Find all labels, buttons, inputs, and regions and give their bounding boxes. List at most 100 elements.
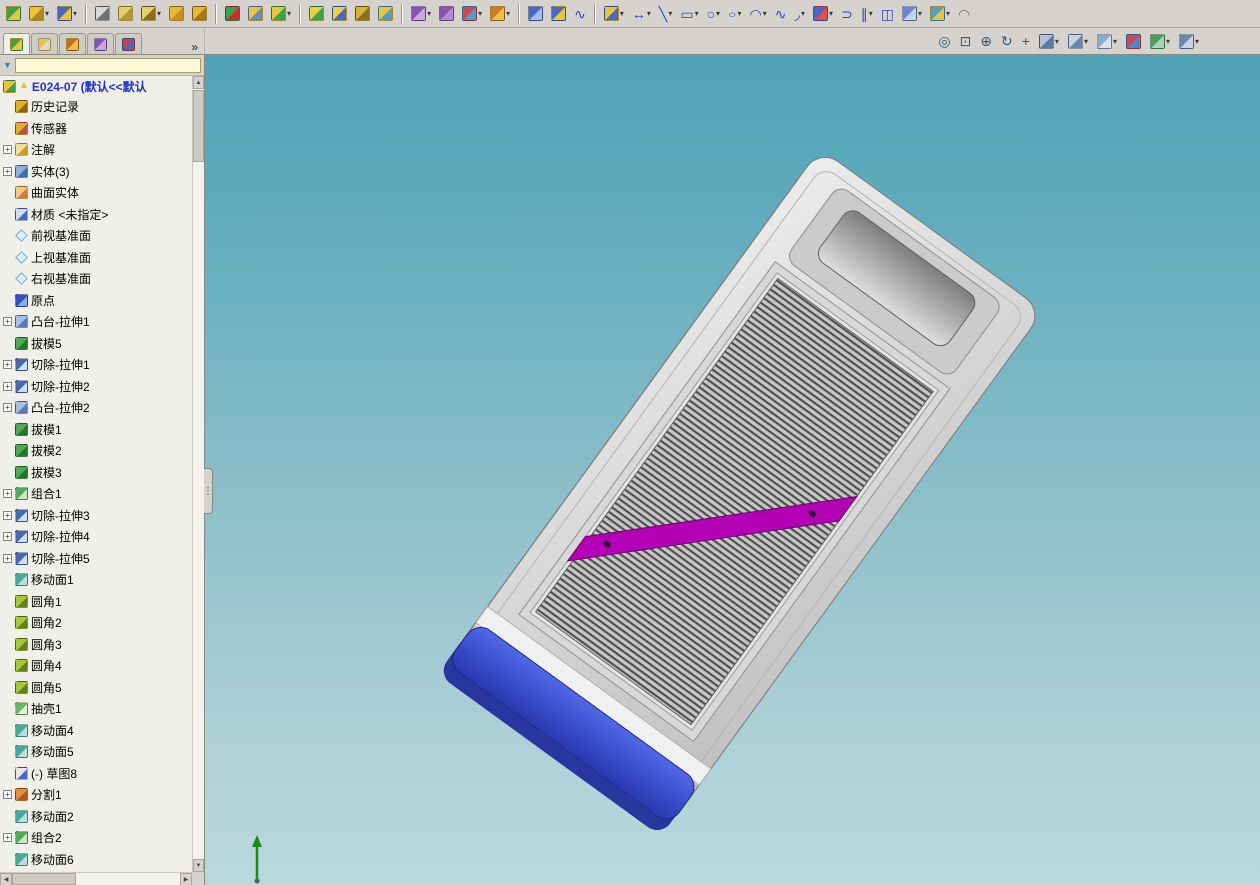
horizontal-scroll-thumb[interactable] [12,873,76,885]
edit-material-dropdown-arrow[interactable]: ▾ [506,9,510,18]
appearance-button[interactable]: ▾ [459,3,485,25]
linear-sketch-pattern-dropdown-arrow[interactable]: ▾ [918,9,922,18]
viewport-canvas[interactable] [205,55,1260,885]
tree-item-draft[interactable]: 拔模5 [0,333,192,355]
scroll-left-button[interactable]: ◀ [0,873,12,885]
tree-item-material[interactable]: 材质 <未指定> [0,204,192,226]
expand-toggle[interactable]: + [3,403,12,413]
redo-button[interactable] [189,3,210,25]
export-button[interactable] [329,3,350,25]
view-settings-button[interactable]: ▾ [1176,30,1202,52]
tree-item-fillet[interactable]: 圆角5 [0,677,192,699]
ellipse-dropdown-arrow[interactable]: ▾ [738,9,742,18]
trim-entities-dropdown-arrow[interactable]: ▾ [829,9,833,18]
linear-pattern-button[interactable]: ▾ [408,3,434,25]
expand-toggle[interactable]: + [3,166,12,176]
scroll-down-button[interactable]: ▼ [193,859,204,872]
line-button[interactable]: ╲ ▾ [656,3,675,25]
expand-toggle[interactable]: + [3,317,12,327]
panel-splitter-handle[interactable]: ⋮ [203,468,213,514]
zoom-to-area-button[interactable]: ⊡ [957,30,975,52]
part-title-row[interactable]: ▲ E024-07 (默认<<默认 [0,76,192,96]
scroll-right-button[interactable]: ▶ [180,873,192,885]
expand-toggle[interactable]: + [3,381,12,391]
tree-item-boss-extrude[interactable]: + 凸台-拉伸1 [0,311,192,333]
expand-toggle[interactable]: + [3,489,12,499]
offset-entities-dropdown-arrow[interactable]: ▾ [869,9,873,18]
tree-item-cut-extrude[interactable]: + 切除-拉伸4 [0,526,192,548]
tree-item-move-face[interactable]: 移动面4 [0,720,192,742]
apply-scene-button[interactable]: ▾ [1147,30,1173,52]
sketch-fillet-dropdown-arrow[interactable]: ▾ [801,9,805,18]
display-style-dropdown-arrow[interactable]: ▾ [1084,37,1088,46]
view-settings-dropdown-arrow[interactable]: ▾ [1195,37,1199,46]
spline-button[interactable]: ∿ [772,3,790,25]
expand-toggle[interactable]: + [3,532,12,542]
tree-item-fillet[interactable]: 圆角2 [0,612,192,634]
save-button[interactable]: ▾ [54,3,80,25]
curvature-check-button[interactable]: ∿ [571,3,589,25]
tree-item-cut-extrude[interactable]: + 切除-拉伸1 [0,354,192,376]
tree-item-move-face[interactable]: 移动面6 [0,849,192,871]
apply-scene-dropdown-arrow[interactable]: ▾ [1166,37,1170,46]
offset-entities-button[interactable]: ∥ ▾ [858,3,876,25]
sketch-button[interactable]: ▾ [601,3,627,25]
edit-appearance-button[interactable] [1123,30,1144,52]
sketch-dropdown-arrow[interactable]: ▾ [620,9,624,18]
tree-item-plane[interactable]: 前视基准面 [0,225,192,247]
tree-filter-input[interactable] [14,57,201,73]
tree-item-combine[interactable]: + 组合2 [0,827,192,849]
model-part[interactable] [446,149,1043,826]
configurationmanager-tab[interactable] [59,33,86,54]
display-style-button[interactable]: ▾ [1065,30,1091,52]
expand-toggle[interactable]: + [3,510,12,520]
zoom-in-out-button[interactable]: ⊕ [977,30,995,52]
tree-item-solid-bodies[interactable]: + 实体(3) [0,161,192,183]
tree-item-boss-extrude[interactable]: + 凸台-拉伸2 [0,397,192,419]
line-dropdown-arrow[interactable]: ▾ [668,9,672,18]
hide-show-items-button[interactable]: ▾ [1094,30,1120,52]
propertymanager-tab[interactable] [31,33,58,54]
corner-rectangle-dropdown-arrow[interactable]: ▾ [695,9,699,18]
display-relations-button[interactable]: ▾ [927,3,953,25]
publish-edrawings-button[interactable] [375,3,396,25]
tab-overflow-button[interactable]: » [187,40,202,54]
circle-dropdown-arrow[interactable]: ▾ [716,9,720,18]
open-document-dropdown-arrow[interactable]: ▾ [45,9,49,18]
import-button[interactable] [306,3,327,25]
hide-show-items-dropdown-arrow[interactable]: ▾ [1113,37,1117,46]
horizontal-scroll-track[interactable] [76,873,180,885]
expand-toggle[interactable]: + [3,790,12,800]
mirror-entities-button[interactable]: ◫ [878,3,897,25]
tree-item-fillet[interactable]: 圆角4 [0,655,192,677]
tree-item-draft[interactable]: 拔模1 [0,419,192,441]
pan-button[interactable]: + [1019,30,1033,52]
zoom-to-fit-button[interactable]: ◎ [935,30,953,52]
convert-entities-button[interactable]: ⊃ [838,3,856,25]
copy-button[interactable] [115,3,136,25]
expand-toggle[interactable]: + [3,553,12,563]
graphics-viewport[interactable] [205,55,1260,885]
tree-item-sensors[interactable]: 传感器 [0,118,192,140]
scroll-up-button[interactable]: ▲ [193,76,204,89]
pack-and-go-button[interactable] [352,3,373,25]
tree-item-cut-extrude[interactable]: + 切除-拉伸2 [0,376,192,398]
trim-entities-button[interactable]: ▾ [810,3,836,25]
tree-item-shell[interactable]: 抽壳1 [0,698,192,720]
displaymanager-tab[interactable] [115,33,142,54]
appearance-dropdown-arrow[interactable]: ▾ [478,9,482,18]
expand-toggle[interactable]: + [3,145,12,155]
tree-item-fillet[interactable]: 圆角3 [0,634,192,656]
smart-dimension-dropdown-arrow[interactable]: ▾ [647,9,651,18]
circular-pattern-button[interactable] [436,3,457,25]
insert-part-button[interactable]: ▾ [268,3,294,25]
tree-item-cut-extrude[interactable]: + 切除-拉伸3 [0,505,192,527]
linear-sketch-pattern-button[interactable]: ▾ [899,3,925,25]
tree-item-draft[interactable]: 拔模3 [0,462,192,484]
tree-item-sketch[interactable]: (-) 草图8 [0,763,192,785]
tree-item-move-face[interactable]: 移动面2 [0,806,192,828]
centerpoint-arc-button[interactable]: ◠ ▾ [747,3,770,25]
tree-item-cut-extrude[interactable]: + 切除-拉伸5 [0,548,192,570]
print-button[interactable] [92,3,113,25]
rebuild-button[interactable] [222,3,243,25]
